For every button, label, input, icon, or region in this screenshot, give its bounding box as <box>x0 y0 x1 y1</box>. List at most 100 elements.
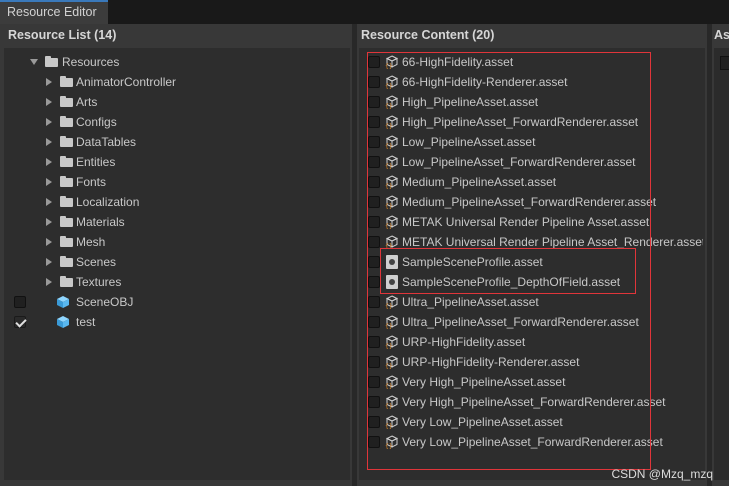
tree-folder-item[interactable]: Entities <box>46 152 326 172</box>
asset-checkbox[interactable] <box>368 136 380 148</box>
content-list-item[interactable]: {} High_PipelineAsset.asset <box>385 92 703 112</box>
content-list-item[interactable]: {} Ultra_PipelineAsset.asset <box>385 292 703 312</box>
tree-object-item[interactable]: SceneOBJ <box>56 292 316 312</box>
tree-folder-item[interactable]: AnimatorController <box>46 72 326 92</box>
content-list-item[interactable]: SampleSceneProfile_DepthOfField.asset <box>385 272 703 292</box>
asset-file-icon: {} <box>385 95 399 110</box>
object-checkbox[interactable] <box>14 316 26 328</box>
resource-list-panel: Resources AnimatorController Arts Configs Da… <box>4 48 350 480</box>
asset-checkbox[interactable] <box>368 296 380 308</box>
collapse-arrow-icon[interactable] <box>46 78 52 86</box>
collapse-arrow-icon[interactable] <box>46 178 52 186</box>
asset-checkbox[interactable] <box>368 176 380 188</box>
tree-folder-item[interactable]: Scenes <box>46 252 326 272</box>
content-list-item[interactable]: {} METAK Universal Render Pipeline Asset.… <box>385 212 703 232</box>
object-checkbox[interactable] <box>14 296 26 308</box>
content-list-item[interactable]: {} Medium_PipelineAsset.asset <box>385 172 703 192</box>
asset-file-icon: {} <box>385 135 399 150</box>
svg-text:{}: {} <box>385 163 393 169</box>
asset-checkbox[interactable] <box>368 216 380 228</box>
tree-item-label: Localization <box>76 195 140 209</box>
content-item-label: Very Low_PipelineAsset_ForwardRenderer.a… <box>402 435 663 449</box>
asset-icon-wrap: {} <box>385 115 399 130</box>
tree-folder-item[interactable]: DataTables <box>46 132 326 152</box>
svg-text:{}: {} <box>385 103 393 109</box>
content-list-item[interactable]: {} 66-HighFidelity.asset <box>385 52 703 72</box>
watermark: CSDN @Mzq_mzq <box>611 467 713 481</box>
content-list-item[interactable]: {} Medium_PipelineAsset_ForwardRenderer.a… <box>385 192 703 212</box>
tree-folder-item[interactable]: Localization <box>46 192 326 212</box>
svg-text:{}: {} <box>385 443 393 449</box>
asset-icon-wrap: {} <box>385 235 399 250</box>
tree-item-label: Arts <box>76 95 98 109</box>
collapse-arrow-icon[interactable] <box>46 218 52 226</box>
asset-checkbox[interactable] <box>368 276 380 288</box>
collapse-arrow-icon[interactable] <box>46 258 52 266</box>
resource-content-panel: {} 66-HighFidelity.asset {} 66-HighFidelity… <box>359 48 705 480</box>
folder-icon <box>60 256 73 267</box>
asset-file-icon: {} <box>385 195 399 210</box>
content-item-label: Very High_PipelineAsset_ForwardRenderer.… <box>402 395 666 409</box>
asset-checkbox[interactable] <box>368 356 380 368</box>
content-list-item[interactable]: SampleSceneProfile.asset <box>385 252 703 272</box>
content-list-item[interactable]: {} Low_PipelineAsset_ForwardRenderer.asse… <box>385 152 703 172</box>
asset-icon-wrap: {} <box>385 375 399 390</box>
tree-object-item[interactable]: test <box>56 312 316 332</box>
asset-checkbox[interactable] <box>368 256 380 268</box>
asset-checkbox[interactable] <box>368 196 380 208</box>
tree-folder-item[interactable]: Fonts <box>46 172 326 192</box>
asset-file-icon: {} <box>385 155 399 170</box>
expand-arrow-icon[interactable] <box>30 59 38 65</box>
panel-divider[interactable] <box>352 24 357 486</box>
asset-checkbox[interactable] <box>368 156 380 168</box>
asset-checkbox[interactable] <box>368 416 380 428</box>
collapse-arrow-icon[interactable] <box>46 238 52 246</box>
svg-text:{}: {} <box>385 183 393 189</box>
asset-checkbox[interactable] <box>368 96 380 108</box>
content-list-item[interactable]: {} 66-HighFidelity-Renderer.asset <box>385 72 703 92</box>
third-panel-checkbox[interactable] <box>720 56 729 70</box>
asset-file-icon: {} <box>385 335 399 350</box>
asset-icon-wrap: {} <box>385 315 399 330</box>
panel-divider-right[interactable] <box>707 24 712 486</box>
asset-checkbox[interactable] <box>368 336 380 348</box>
collapse-arrow-icon[interactable] <box>46 98 52 106</box>
svg-text:{}: {} <box>385 243 393 249</box>
asset-icon-wrap: {} <box>385 435 399 450</box>
asset-checkbox[interactable] <box>368 436 380 448</box>
asset-checkbox[interactable] <box>368 396 380 408</box>
collapse-arrow-icon[interactable] <box>46 198 52 206</box>
content-list-item[interactable]: {} Very High_PipelineAsset_ForwardRendere… <box>385 392 703 412</box>
asset-checkbox[interactable] <box>368 116 380 128</box>
content-list-item[interactable]: {} Very High_PipelineAsset.asset <box>385 372 703 392</box>
tree-folder-item[interactable]: Textures <box>46 272 326 292</box>
collapse-arrow-icon[interactable] <box>46 278 52 286</box>
tree-item-label: Textures <box>76 275 122 289</box>
content-list-item[interactable]: {} Very Low_PipelineAsset_ForwardRenderer… <box>385 432 703 452</box>
asset-icon-wrap: {} <box>385 295 399 310</box>
collapse-arrow-icon[interactable] <box>46 138 52 146</box>
asset-checkbox[interactable] <box>368 236 380 248</box>
profile-asset-icon <box>386 275 398 289</box>
tree-folder-item[interactable]: Arts <box>46 92 326 112</box>
tree-folder-item[interactable]: Materials <box>46 212 326 232</box>
content-list-item[interactable]: {} Low_PipelineAsset.asset <box>385 132 703 152</box>
content-list-item[interactable]: {} METAK Universal Render Pipeline Asset_… <box>385 232 703 252</box>
tree-item-label: Configs <box>76 115 117 129</box>
asset-checkbox[interactable] <box>368 376 380 388</box>
asset-checkbox[interactable] <box>368 316 380 328</box>
tree-folder-item[interactable]: Mesh <box>46 232 326 252</box>
tree-folder-item[interactable]: Configs <box>46 112 326 132</box>
tab-resource-editor[interactable]: Resource Editor <box>0 0 108 24</box>
content-list-item[interactable]: {} URP-HighFidelity.asset <box>385 332 703 352</box>
collapse-arrow-icon[interactable] <box>46 158 52 166</box>
content-list-item[interactable]: {} Very Low_PipelineAsset.asset <box>385 412 703 432</box>
collapse-arrow-icon[interactable] <box>46 118 52 126</box>
tree-root-resources[interactable]: Resources <box>30 52 330 72</box>
content-list-item[interactable]: {} URP-HighFidelity-Renderer.asset <box>385 352 703 372</box>
asset-checkbox[interactable] <box>368 56 380 68</box>
asset-checkbox[interactable] <box>368 76 380 88</box>
asset-file-icon: {} <box>385 295 399 310</box>
content-list-item[interactable]: {} Ultra_PipelineAsset_ForwardRenderer.as… <box>385 312 703 332</box>
content-list-item[interactable]: {} High_PipelineAsset_ForwardRenderer.ass… <box>385 112 703 132</box>
